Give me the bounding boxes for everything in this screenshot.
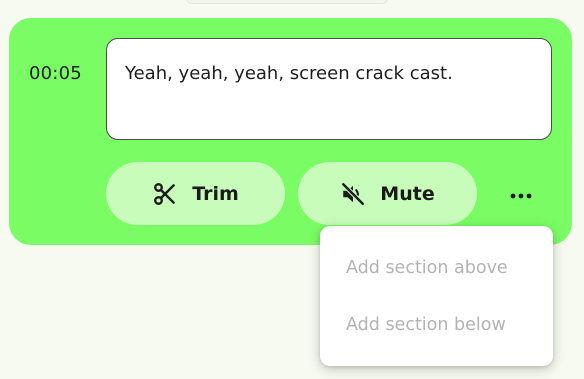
scissors-icon: [152, 181, 178, 207]
more-options-button[interactable]: [499, 178, 543, 210]
menu-item-add-section-above[interactable]: Add section above: [346, 258, 508, 278]
transcript-segment-card: 00:05 Yeah, yeah, yeah, screen crack cas…: [9, 18, 572, 245]
segment-timestamp: 00:05: [29, 63, 82, 84]
mute-button-label: Mute: [380, 182, 435, 205]
more-horizontal-icon: [509, 185, 533, 204]
transcript-text-field[interactable]: Yeah, yeah, yeah, screen crack cast.: [106, 38, 552, 140]
trim-button-label: Trim: [192, 182, 239, 205]
transcript-text: Yeah, yeah, yeah, screen crack cast.: [125, 63, 453, 84]
mute-button[interactable]: Mute: [298, 162, 477, 225]
menu-item-add-section-below[interactable]: Add section below: [346, 315, 506, 335]
volume-muted-icon: [340, 181, 366, 207]
top-panel-edge: [186, 0, 388, 4]
more-options-menu: Add section above Add section below: [320, 226, 553, 366]
trim-button[interactable]: Trim: [106, 162, 285, 225]
